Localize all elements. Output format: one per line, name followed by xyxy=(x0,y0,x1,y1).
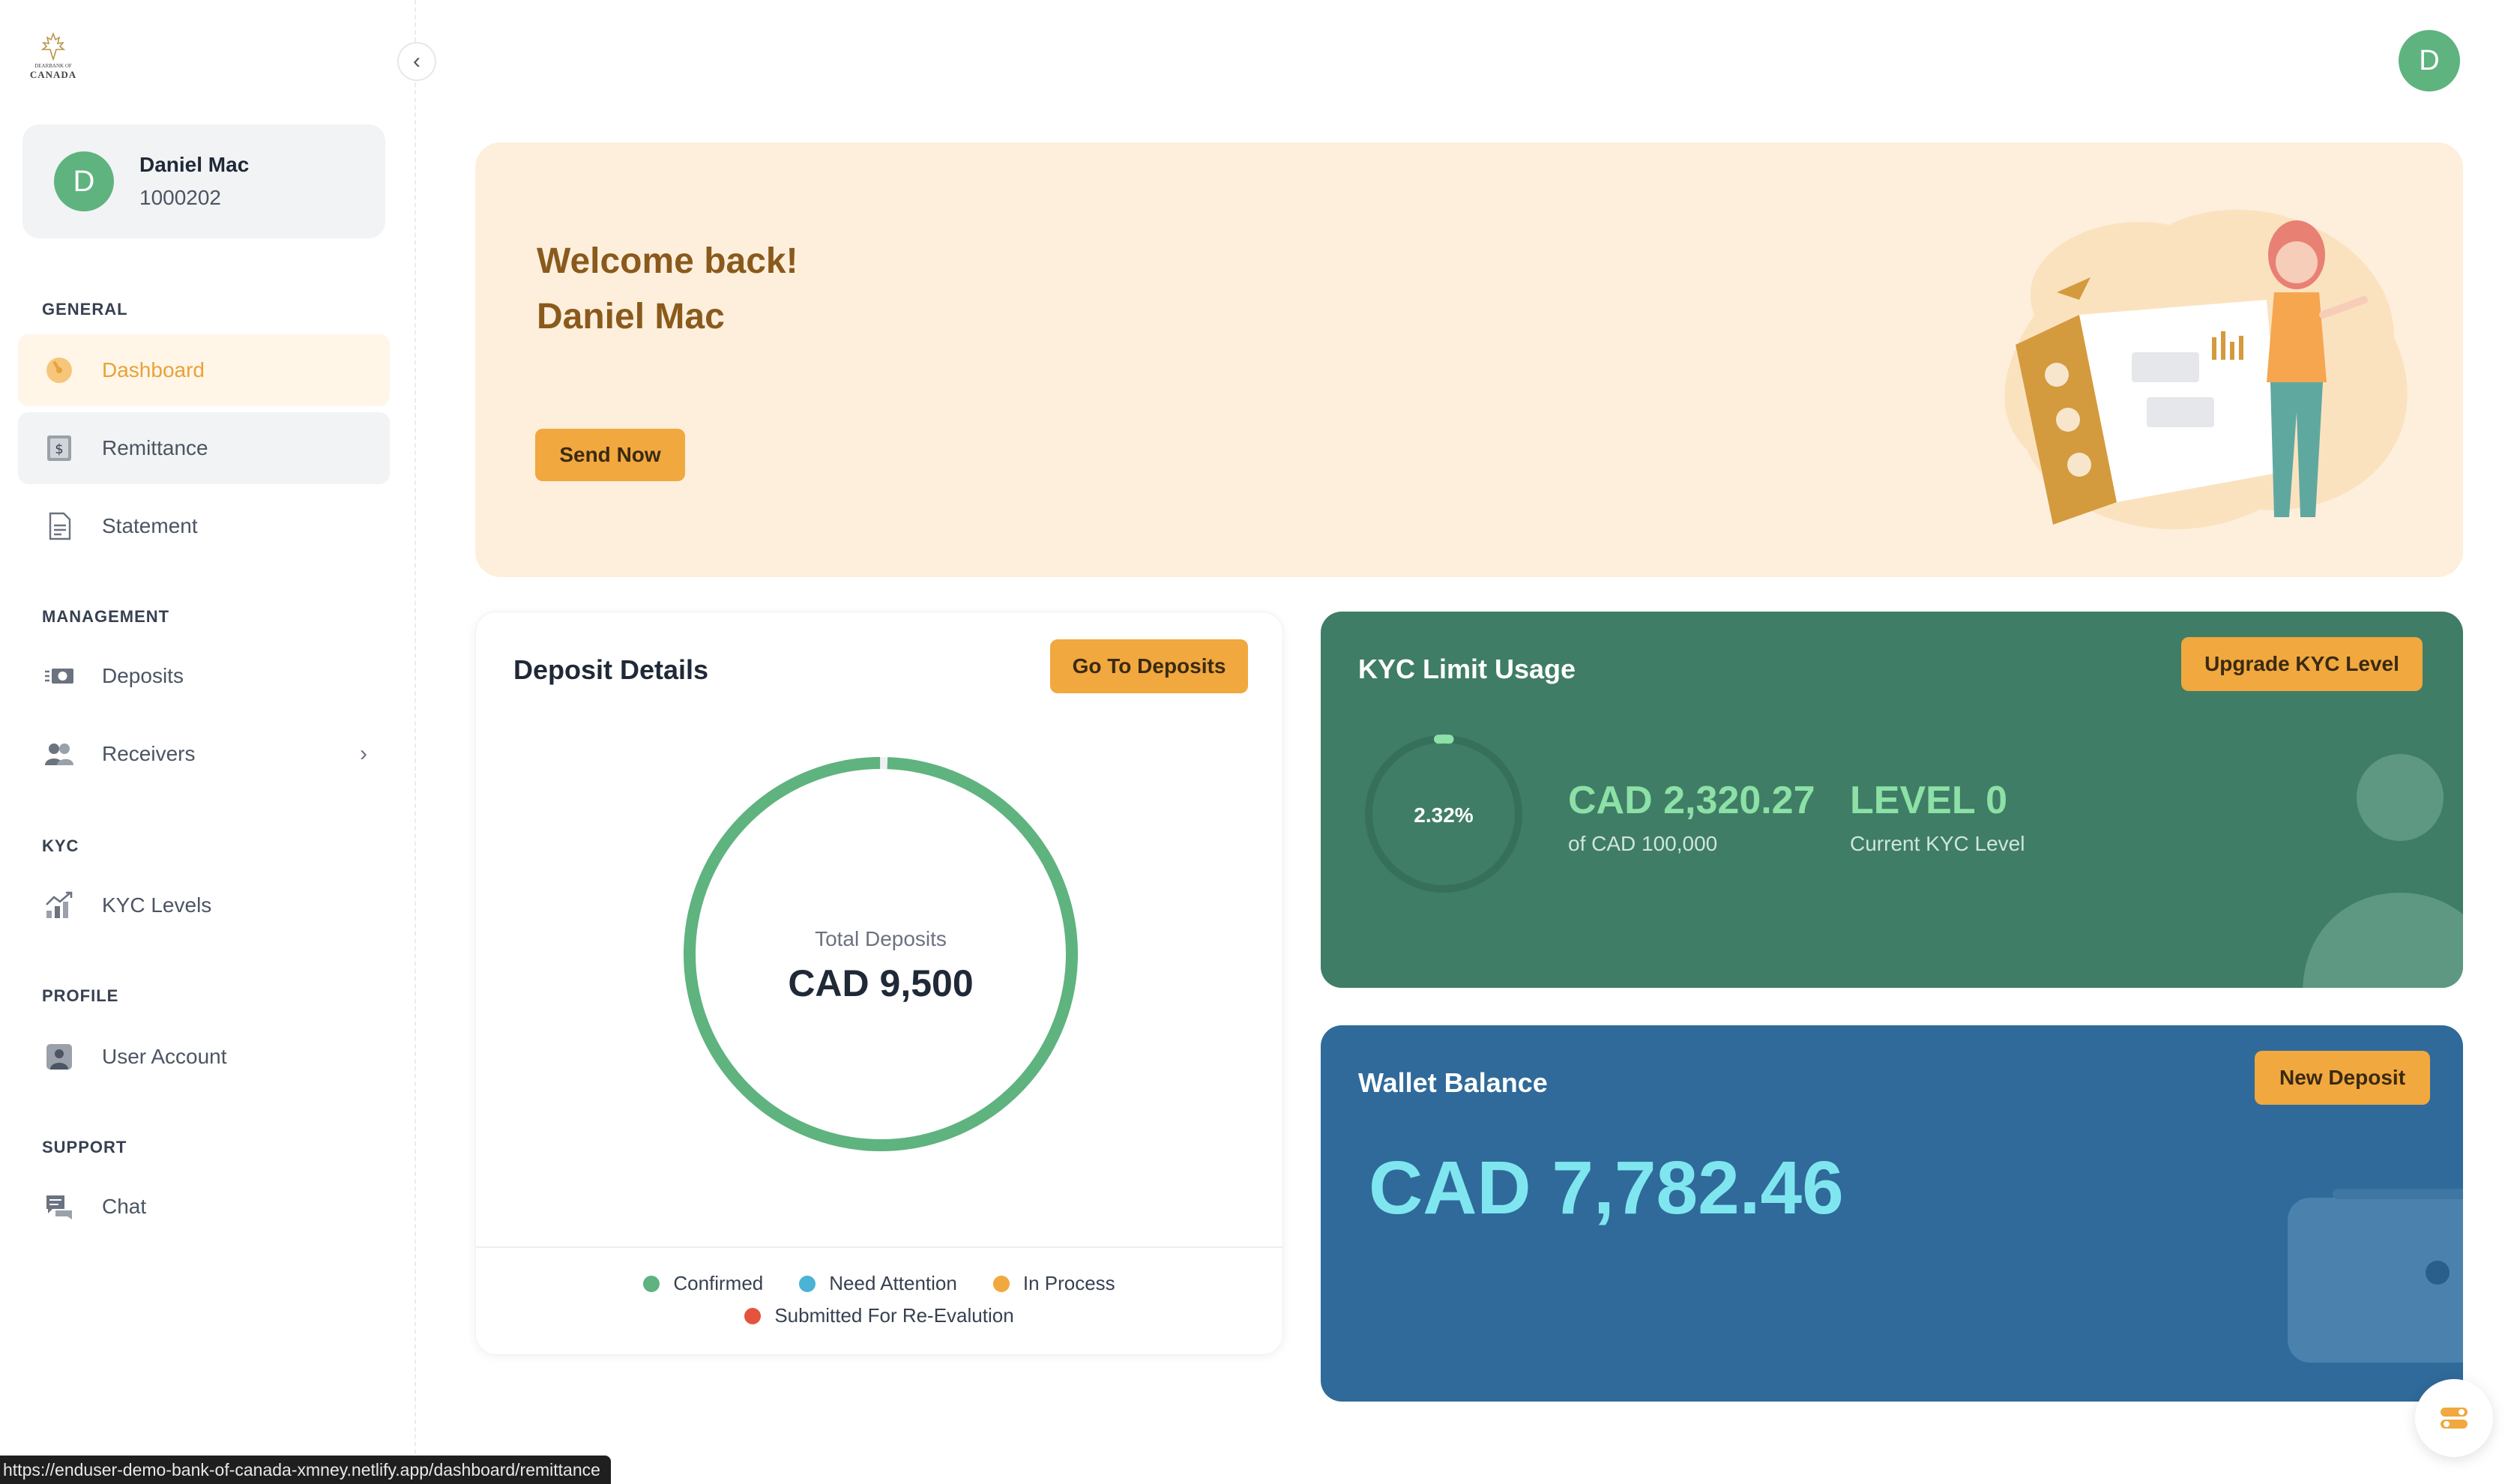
legend-dot xyxy=(643,1275,660,1292)
kyc-level-label: Current KYC Level xyxy=(1850,832,2025,855)
sidebar: DEARBANK OF CANADA D Daniel Mac 1000202 … xyxy=(0,0,416,1484)
send-now-button[interactable]: Send Now xyxy=(535,429,685,481)
donut-segment-confirmed xyxy=(684,757,1078,1151)
users-icon xyxy=(42,737,76,771)
status-bar-url: https://enduser-demo-bank-of-canada-xmne… xyxy=(0,1456,611,1484)
person-icon xyxy=(2303,754,2463,988)
dollar-document-icon: $ xyxy=(42,431,76,465)
avatar: D xyxy=(54,151,114,211)
svg-text:$: $ xyxy=(55,441,63,457)
chat-icon xyxy=(42,1189,76,1224)
brand-text: DEARBANK OF CANADA xyxy=(30,61,76,79)
section-support: SUPPORT xyxy=(42,1138,127,1156)
wallet-balance-title: Wallet Balance xyxy=(1358,1067,1548,1098)
sidebar-item-chat[interactable]: Chat xyxy=(18,1171,390,1243)
new-deposit-button[interactable]: New Deposit xyxy=(2255,1051,2430,1105)
wallet-icon xyxy=(2288,1189,2463,1363)
legend-dot xyxy=(992,1275,1010,1292)
settings-fab-button[interactable] xyxy=(2415,1379,2493,1457)
legend-dot xyxy=(744,1307,762,1324)
brand-line-2: CANADA xyxy=(29,69,77,80)
sidebar-collapse-button[interactable]: ‹ xyxy=(397,42,436,81)
user-meta: Daniel Mac 1000202 xyxy=(139,153,249,210)
kyc-limit-card: KYC Limit Usage Upgrade KYC Level 2.32% … xyxy=(1321,612,2463,988)
sidebar-item-kyc-levels[interactable]: KYC Levels xyxy=(18,869,390,941)
total-deposits-label: Total Deposits xyxy=(815,927,947,950)
go-to-deposits-button[interactable]: Go To Deposits xyxy=(1050,639,1248,693)
sidebar-item-label: KYC Levels xyxy=(102,893,212,917)
cash-icon xyxy=(42,659,76,693)
growth-chart-icon xyxy=(42,888,76,923)
total-deposits-value: CAD 9,500 xyxy=(788,962,974,1004)
legend-dot xyxy=(799,1275,816,1292)
top-avatar[interactable]: D xyxy=(2399,30,2460,91)
sidebar-item-label: Remittance xyxy=(102,436,208,459)
document-icon xyxy=(42,509,76,543)
user-card[interactable]: D Daniel Mac 1000202 xyxy=(22,124,385,238)
welcome-title: Welcome back! Daniel Mac xyxy=(537,234,798,345)
legend-label: Confirmed xyxy=(673,1272,764,1294)
deposit-details-title: Deposit Details xyxy=(513,654,709,685)
welcome-greeting: Welcome back! xyxy=(537,241,798,281)
user-id: 1000202 xyxy=(139,186,222,209)
user-icon xyxy=(42,1040,76,1074)
welcome-user-name: Daniel Mac xyxy=(537,297,725,337)
sidebar-item-dashboard[interactable]: Dashboard xyxy=(18,334,390,406)
brand-logo[interactable]: DEARBANK OF CANADA xyxy=(30,31,76,84)
wallet-balance-card: Wallet Balance New Deposit CAD 7,782.46 xyxy=(1321,1025,2463,1402)
kyc-limit-amount: of CAD 100,000 xyxy=(1568,832,1718,855)
section-management: MANAGEMENT xyxy=(42,607,170,626)
section-kyc: KYC xyxy=(42,836,79,855)
welcome-illustration-icon xyxy=(2004,209,2408,530)
user-name: Daniel Mac xyxy=(139,153,250,176)
section-profile: PROFILE xyxy=(42,986,119,1005)
kyc-limit-title: KYC Limit Usage xyxy=(1358,654,1576,684)
wallet-balance-amount: CAD 7,782.46 xyxy=(1369,1146,1844,1230)
sidebar-item-label: Chat xyxy=(102,1195,147,1218)
sidebar-item-deposits[interactable]: Deposits xyxy=(18,640,390,712)
deposit-details-card: Deposit Details Go To Deposits Total Dep… xyxy=(475,612,1283,1355)
sidebar-item-label: Statement xyxy=(102,514,198,537)
legend-item-in-process: In Process xyxy=(992,1272,1115,1295)
kyc-usage-percent: 2.32% xyxy=(1414,803,1474,827)
legend-item-re-evaluation: Submitted For Re-Evalution xyxy=(744,1304,1014,1327)
legend-label: Need Attention xyxy=(829,1272,957,1294)
kyc-used-amount: CAD 2,320.27 xyxy=(1568,779,1815,822)
sidebar-item-user-account[interactable]: User Account xyxy=(18,1021,390,1093)
section-general: GENERAL xyxy=(42,300,128,319)
legend-item-confirmed: Confirmed xyxy=(643,1272,763,1295)
welcome-banner: Welcome back! Daniel Mac Send Now xyxy=(475,142,2463,577)
deposit-legend: Confirmed Need Attention In Process Subm… xyxy=(476,1272,1282,1327)
sidebar-item-remittance[interactable]: $ Remittance xyxy=(18,412,390,484)
sidebar-item-statement[interactable]: Statement xyxy=(18,490,390,562)
sidebar-item-label: Receivers xyxy=(102,742,196,765)
toggle-settings-icon xyxy=(2441,1408,2468,1429)
kyc-level-value: LEVEL 0 xyxy=(1850,779,2008,822)
upgrade-kyc-button[interactable]: Upgrade KYC Level xyxy=(2181,637,2423,691)
sidebar-item-label: Dashboard xyxy=(102,358,205,381)
sidebar-item-receivers[interactable]: Receivers › xyxy=(18,718,390,790)
gauge-icon xyxy=(42,353,76,387)
deposit-donut-chart xyxy=(684,757,1078,1151)
legend-label: Submitted For Re-Evalution xyxy=(774,1304,1014,1327)
deposit-divider xyxy=(476,1246,1282,1248)
legend-item-need-attention: Need Attention xyxy=(799,1272,957,1295)
legend-label: In Process xyxy=(1022,1272,1115,1294)
sidebar-item-label: User Account xyxy=(102,1045,227,1068)
maple-leaf-icon xyxy=(40,31,66,61)
chevron-right-icon: › xyxy=(360,741,367,766)
sidebar-item-label: Deposits xyxy=(102,664,184,687)
